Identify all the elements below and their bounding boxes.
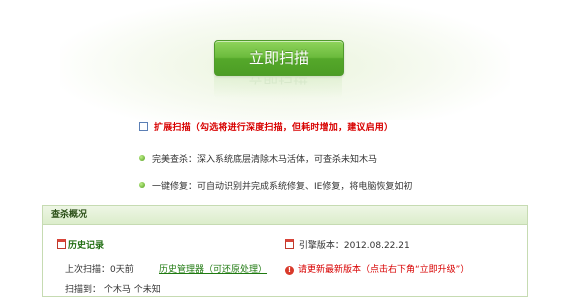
feature-text: 完美查杀：深入系统底层清除木马活体，可查杀未知木马 <box>152 154 378 165</box>
history-section-title: 历史记录 <box>57 238 104 251</box>
engine-version-text: 引擎版本：2012.08.22.21 <box>298 241 410 251</box>
green-bullet-icon <box>139 155 145 161</box>
warning-icon: ! <box>285 266 294 275</box>
feature-item-perfect-kill: 完美查杀：深入系统底层清除木马活体，可查杀未知木马 <box>139 152 378 165</box>
green-bullet-icon <box>139 182 145 188</box>
deep-scan-checkbox[interactable] <box>139 121 148 131</box>
engine-version: 引擎版本：2012.08.22.21 <box>285 238 410 251</box>
feature-text: 一键修复：可自动识别并完成系统修复、IE修复，将电脑恢复如初 <box>152 181 413 192</box>
scan-now-button[interactable]: 立即扫描 <box>214 40 344 76</box>
update-notice[interactable]: ! 请更新最新版本（点击右下角“立即升级”） <box>285 262 469 275</box>
calendar-icon <box>285 239 294 249</box>
history-manager-link[interactable]: 历史管理器（可还原处理） <box>159 262 267 275</box>
deep-scan-label: 扩展扫描（勾选将进行深度扫描，但耗时增加，建议启用） <box>154 122 394 133</box>
update-notice-text: 请更新最新版本（点击右下角“立即升级”） <box>298 265 470 275</box>
history-title-text: 历史记录 <box>68 241 105 251</box>
scan-overview-panel: 查杀概况 历史记录 上次扫描：0天前 历史管理器（可还原处理） 引擎版本：201… <box>42 205 528 297</box>
feature-item-one-click-repair: 一键修复：可自动识别并完成系统修复、IE修复，将电脑恢复如初 <box>139 179 413 192</box>
last-scan-info: 上次扫描：0天前 <box>65 265 134 275</box>
calendar-icon <box>57 239 66 249</box>
deep-scan-option[interactable]: 扩展扫描（勾选将进行深度扫描，但耗时增加，建议启用） <box>139 119 393 133</box>
panel-title: 查杀概况 <box>43 206 527 225</box>
